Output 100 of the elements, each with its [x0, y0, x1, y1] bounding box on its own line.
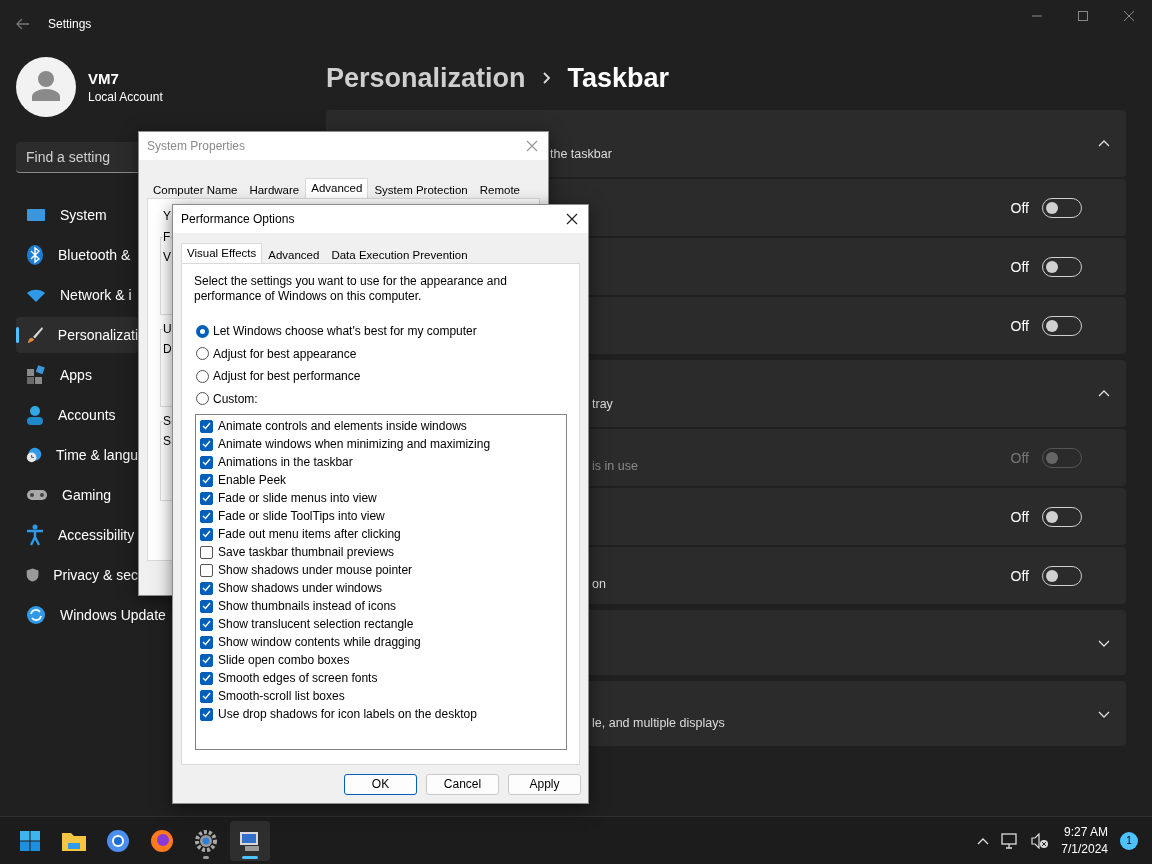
monitor-icon: [26, 207, 46, 223]
maximize-icon: [1078, 11, 1088, 21]
checkbox[interactable]: [200, 671, 213, 685]
avatar: [16, 57, 76, 117]
radio-button[interactable]: [196, 369, 209, 383]
tab[interactable]: System Protection: [368, 181, 474, 198]
checkbox-option[interactable]: Show window contents while dragging: [200, 633, 566, 651]
chevron-right-icon: [541, 71, 552, 85]
radio-option[interactable]: Custom:: [196, 389, 579, 408]
checkbox[interactable]: [200, 491, 213, 505]
checkbox-option[interactable]: Enable Peek: [200, 471, 566, 489]
checkbox-option[interactable]: Show shadows under mouse pointer: [200, 561, 566, 579]
radio-option[interactable]: Adjust for best performance: [196, 367, 579, 386]
dialog-title: Performance Options: [181, 212, 295, 226]
checkbox[interactable]: [200, 473, 213, 487]
checkbox[interactable]: [200, 581, 213, 595]
toggle-state: Off: [1010, 199, 1029, 216]
checkbox-option[interactable]: Use drop shadows for icon labels on the desktop: [200, 705, 566, 723]
checkbox-option[interactable]: Show shadows under windows: [200, 579, 566, 597]
checkbox[interactable]: [200, 527, 213, 541]
chevron-up-icon[interactable]: [977, 836, 990, 845]
card-subtitle: tray: [592, 397, 613, 411]
group-label: F: [163, 230, 171, 244]
checkbox-option[interactable]: Smooth-scroll list boxes: [200, 687, 566, 705]
checkbox[interactable]: [200, 599, 213, 613]
dialog-button[interactable]: OK: [344, 773, 417, 795]
dialog-button[interactable]: Apply: [508, 773, 581, 795]
checkbox-option[interactable]: Save taskbar thumbnail previews: [200, 543, 566, 561]
row-subtitle: on: [592, 577, 606, 591]
tab[interactable]: Hardware: [243, 181, 306, 198]
dialog-button[interactable]: Cancel: [426, 773, 499, 795]
card-subtitle: le, and multiple displays: [592, 716, 725, 730]
radio-button[interactable]: [196, 392, 209, 406]
toggle-state: Off: [1010, 258, 1029, 275]
nav-item[interactable]: Time & langu: [16, 437, 138, 473]
checkbox[interactable]: [200, 455, 213, 469]
tab[interactable]: Computer Name: [147, 181, 244, 198]
speaker-muted-icon[interactable]: [1031, 832, 1050, 849]
checkbox-option[interactable]: Fade out menu items after clicking: [200, 525, 566, 543]
group-text: V: [163, 250, 171, 264]
radio-option[interactable]: Let Windows choose what's best for my computer: [196, 322, 579, 341]
checkbox[interactable]: [200, 635, 213, 649]
card-subtitle: the taskbar: [550, 147, 612, 161]
toggle-state: Off: [1010, 449, 1029, 466]
radio-button[interactable]: [196, 347, 209, 361]
nav-item[interactable]: System: [16, 197, 138, 233]
checkbox-option[interactable]: Fade or slide menus into view: [200, 489, 566, 507]
gamepad-icon: [26, 487, 48, 503]
nav-item[interactable]: Network & i: [16, 277, 138, 313]
checkbox-option[interactable]: Animate windows when minimizing and maximizing: [200, 435, 566, 453]
refresh-icon: [26, 605, 46, 625]
tab[interactable]: Remote: [473, 181, 526, 198]
nav-item[interactable]: Personalizati: [16, 317, 138, 353]
breadcrumb-parent[interactable]: Personalization: [326, 62, 526, 94]
taskbar-button[interactable]: [230, 820, 270, 861]
radio-button[interactable]: [196, 324, 209, 338]
nav-item[interactable]: Privacy & sec: [16, 557, 138, 593]
dialog-title: System Properties: [147, 139, 246, 153]
checkbox-option[interactable]: Animations in the taskbar: [200, 453, 566, 471]
radio-option[interactable]: Adjust for best appearance: [196, 344, 579, 363]
accessibility-icon: [26, 524, 44, 546]
toggle-state: Off: [1010, 508, 1029, 525]
back-arrow-icon[interactable]: [16, 18, 30, 30]
description-text: Select the settings you want to use for the appearance and performance of Windows on this computer.: [193, 273, 508, 304]
clock[interactable]: 9:27 AM 7/1/2024: [1061, 825, 1108, 856]
checkbox[interactable]: [200, 437, 213, 451]
nav-item[interactable]: Apps: [16, 357, 138, 393]
checkbox-option[interactable]: Smooth edges of screen fonts: [200, 669, 566, 687]
tab[interactable]: Visual Effects: [181, 243, 263, 263]
intro-text: Y: [163, 209, 171, 223]
bluetooth-icon: [26, 245, 44, 265]
computer-icon: [238, 829, 262, 852]
checkbox-option[interactable]: Animate controls and elements inside windows: [200, 417, 566, 435]
checkbox[interactable]: [200, 707, 213, 721]
search-field[interactable]: Find a setting: [16, 142, 138, 173]
checkbox[interactable]: [200, 617, 213, 631]
network-icon[interactable]: [1001, 832, 1020, 849]
tab[interactable]: Advanced: [305, 178, 369, 198]
group-label: S: [163, 414, 171, 428]
checkbox[interactable]: [200, 653, 213, 667]
tab[interactable]: Advanced: [262, 246, 326, 263]
checkbox[interactable]: [200, 689, 213, 703]
checkbox[interactable]: [200, 545, 213, 559]
checkbox-option[interactable]: Fade or slide ToolTips into view: [200, 507, 566, 525]
tab[interactable]: Data Execution Prevention: [325, 246, 474, 263]
nav-item[interactable]: Accessibility: [16, 517, 138, 553]
nav-item[interactable]: Bluetooth &: [16, 237, 138, 273]
nav-item[interactable]: Accounts: [16, 397, 138, 433]
checkbox[interactable]: [200, 563, 213, 577]
gear-icon: [194, 828, 218, 853]
checkbox[interactable]: [200, 509, 213, 523]
start-icon: [19, 829, 41, 852]
checkbox[interactable]: [200, 419, 213, 433]
group-text: D: [163, 342, 172, 356]
group-label: U: [163, 322, 172, 336]
notification-badge[interactable]: 1: [1120, 831, 1138, 850]
nav-item[interactable]: Gaming: [16, 477, 138, 513]
person-icon: [26, 405, 44, 425]
close-icon[interactable]: [566, 213, 578, 225]
checkbox-option[interactable]: Slide open combo boxes: [200, 651, 566, 669]
